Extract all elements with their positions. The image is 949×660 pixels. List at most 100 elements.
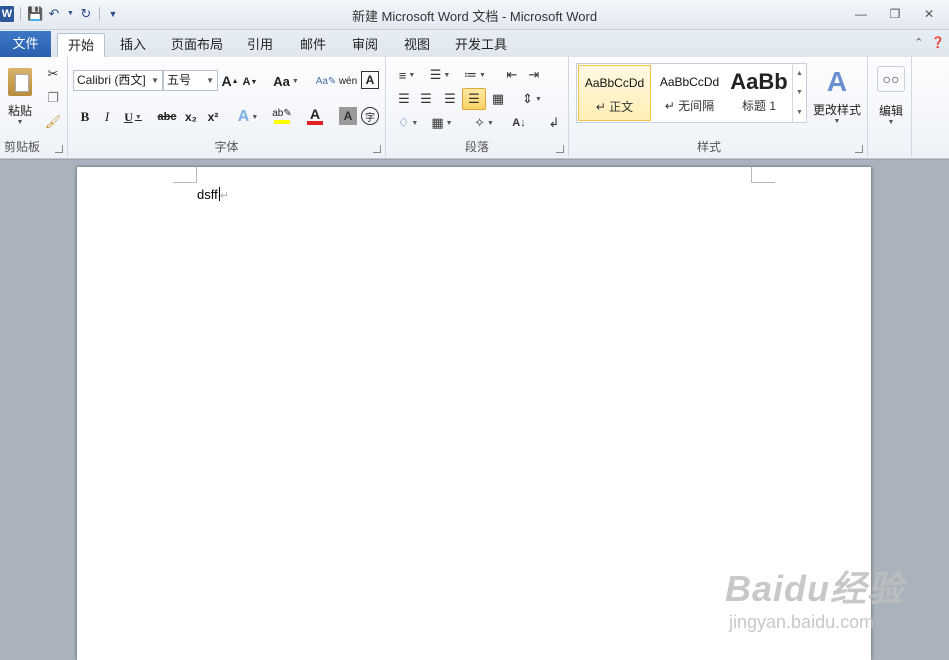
watermark: Baidu经验 jingyan.baidu.com xyxy=(725,560,925,640)
window-title: 新建 Microsoft Word 文档 - Microsoft Word xyxy=(351,9,598,24)
tabs-right-controls: ⌃ ❓ xyxy=(914,36,949,49)
restore-icon[interactable]: ❐ xyxy=(889,8,901,20)
clipboard-launcher-icon[interactable] xyxy=(55,145,63,153)
font-name-value: Calibri (西文] xyxy=(77,73,146,87)
numbering-icon[interactable]: ☰ ▼ xyxy=(427,65,453,85)
window-controls: — ❐ ✕ xyxy=(855,8,949,20)
change-styles-icon: A xyxy=(826,66,848,97)
chevron-down-icon[interactable]: ▼ xyxy=(151,71,159,90)
grow-font-button[interactable]: A ▲ xyxy=(221,71,239,91)
styles-launcher-icon[interactable] xyxy=(855,145,863,153)
change-case-button[interactable]: Aa ▼ xyxy=(271,71,301,91)
style-preview: AaBbCcDd xyxy=(659,75,720,89)
paragraph-launcher-icon[interactable] xyxy=(556,145,564,153)
tab-review[interactable]: 审阅 xyxy=(345,33,385,57)
paste-button[interactable]: 粘贴 ▼ xyxy=(4,62,36,132)
text-effects-icon: A xyxy=(237,108,250,125)
align-left-icon[interactable]: ☰ xyxy=(394,89,414,109)
cut-icon[interactable]: ✂ xyxy=(44,65,62,83)
underline-icon: U xyxy=(124,109,133,124)
borders-icon[interactable]: ▦ ▼ xyxy=(428,113,456,133)
minimize-ribbon-icon[interactable]: ⌃ xyxy=(914,36,923,49)
margin-corner-mark xyxy=(173,167,197,183)
gallery-up-icon[interactable]: ▲ xyxy=(796,70,803,77)
tab-insert[interactable]: 插入 xyxy=(112,33,154,57)
style-preview: AaBb xyxy=(730,69,788,94)
bullets-icon[interactable]: ≡ ▼ xyxy=(394,65,420,85)
align-right-icon[interactable]: ☰ xyxy=(440,89,460,109)
editing-button[interactable]: ○○ 编辑 ▼ xyxy=(874,61,908,131)
character-shading-icon[interactable]: A xyxy=(339,107,357,125)
underline-button[interactable]: U ▼ xyxy=(121,107,145,127)
binoculars-icon: ○○ xyxy=(877,66,905,92)
ribbon-tabs: 文件 开始 插入 页面布局 引用 邮件 审阅 视图 开发工具 ⌃ ❓ xyxy=(0,30,949,57)
format-painter-icon[interactable]: 🖌 xyxy=(44,113,62,131)
font-size-combo[interactable]: 五号 ▼ xyxy=(163,70,218,91)
font-name-combo[interactable]: Calibri (西文] ▼ xyxy=(73,70,163,91)
document-body-text[interactable]: dsff ↵ xyxy=(197,187,229,202)
style-label: ↵ 正文 xyxy=(595,100,634,114)
minimize-icon[interactable]: — xyxy=(855,8,867,20)
tab-view[interactable]: 视图 xyxy=(396,33,438,57)
distributed-align-icon[interactable]: ▦ xyxy=(488,89,508,109)
text-effects-button[interactable]: A ▼ xyxy=(235,107,261,127)
clipboard-group: 粘贴 ▼ ✂ ❐ 🖌 剪贴板 xyxy=(0,57,68,157)
multilevel-list-icon[interactable]: ≔ ▼ xyxy=(461,65,489,85)
show-formatting-marks-icon[interactable]: ↲ xyxy=(544,113,564,133)
gallery-down-icon[interactable]: ▼ xyxy=(796,89,803,96)
clear-formatting-icon[interactable]: Aa✎ xyxy=(316,71,337,91)
font-launcher-icon[interactable] xyxy=(373,145,381,153)
font-color-button[interactable]: A xyxy=(301,105,329,127)
align-center-icon[interactable]: ☰ xyxy=(416,89,436,109)
tab-developer[interactable]: 开发工具 xyxy=(450,33,512,57)
font-group-label: 字体 xyxy=(214,140,239,154)
help-icon[interactable]: ❓ xyxy=(931,36,945,49)
tab-page-layout[interactable]: 页面布局 xyxy=(166,33,228,57)
strikethrough-button[interactable]: abc xyxy=(156,107,178,127)
phonetic-guide-icon[interactable]: wén xyxy=(338,71,358,91)
paragraph-group-label: 段落 xyxy=(464,140,489,154)
line-spacing-icon[interactable]: ⇕ ▼ xyxy=(518,89,546,109)
font-color-bar xyxy=(307,121,323,125)
editing-group: ○○ 编辑 ▼ xyxy=(868,57,912,157)
chinese-layout-icon[interactable]: ✧ ▼ xyxy=(470,113,498,133)
subscript-button[interactable]: x₂ xyxy=(182,107,200,127)
shrink-font-button[interactable]: A ▼ xyxy=(241,72,259,92)
copy-icon[interactable]: ❐ xyxy=(44,89,62,107)
chevron-down-icon[interactable]: ▼ xyxy=(834,118,841,125)
italic-button[interactable]: I xyxy=(98,107,116,127)
style-label: 标题 1 xyxy=(741,99,776,113)
justify-icon[interactable]: ☰ xyxy=(462,88,486,110)
change-styles-button[interactable]: A 更改样式 ▼ xyxy=(811,61,863,131)
tab-file[interactable]: 文件 xyxy=(0,31,51,57)
chevron-down-icon[interactable]: ▼ xyxy=(206,71,214,90)
highlighter-icon: ab✎ xyxy=(272,108,292,119)
character-border-icon[interactable]: A xyxy=(361,71,379,89)
tab-mailings[interactable]: 邮件 xyxy=(292,33,334,57)
style-heading-1[interactable]: AaBb 标题 1 xyxy=(727,65,791,121)
font-size-value: 五号 xyxy=(167,73,192,87)
chevron-down-icon[interactable]: ▼ xyxy=(17,119,24,126)
style-preview: AaBbCcDd xyxy=(584,76,645,90)
style-normal[interactable]: AaBbCcDd ↵ 正文 xyxy=(578,65,651,121)
sort-icon[interactable]: A↓ xyxy=(509,113,529,133)
tab-home[interactable]: 开始 xyxy=(57,33,105,57)
highlight-color-bar xyxy=(274,120,290,124)
tab-references[interactable]: 引用 xyxy=(240,33,280,57)
enclosed-characters-icon[interactable]: 字 xyxy=(361,107,379,125)
change-case-icon: Aa xyxy=(273,73,290,89)
shading-icon[interactable]: ♢ ▼ xyxy=(394,113,422,133)
increase-indent-icon[interactable]: ⇥ xyxy=(524,65,544,85)
font-group: Calibri (西文] ▼ 五号 ▼ A ▲ A ▼ Aa ▼ Aa✎ wén A … xyxy=(68,57,386,157)
gallery-more-icon[interactable]: ▼ xyxy=(796,109,803,116)
bold-button[interactable]: B xyxy=(76,107,94,127)
style-no-spacing[interactable]: AaBbCcDd ↵ 无间隔 xyxy=(653,65,726,121)
decrease-indent-icon[interactable]: ⇤ xyxy=(502,65,522,85)
chevron-down-icon[interactable]: ▼ xyxy=(888,119,895,126)
gallery-scrollbar: ▲ ▼ ▼ xyxy=(792,64,806,122)
close-icon[interactable]: ✕ xyxy=(923,8,935,20)
superscript-button[interactable]: x² xyxy=(204,107,222,127)
styles-gallery: AaBbCcDd ↵ 正文 AaBbCcDd ↵ 无间隔 AaBb 标题 1 ▲… xyxy=(576,63,807,123)
highlight-button[interactable]: ab✎ xyxy=(267,105,297,127)
paragraph-group: ≡ ▼ ☰ ▼ ≔ ▼ ⇤ ⇥ ☰ ☰ ☰ ☰ ▦ ⇕ ▼ ♢ ▼ ▦ ▼ ✧ ▼ A↓ ↲ … xyxy=(386,57,569,157)
